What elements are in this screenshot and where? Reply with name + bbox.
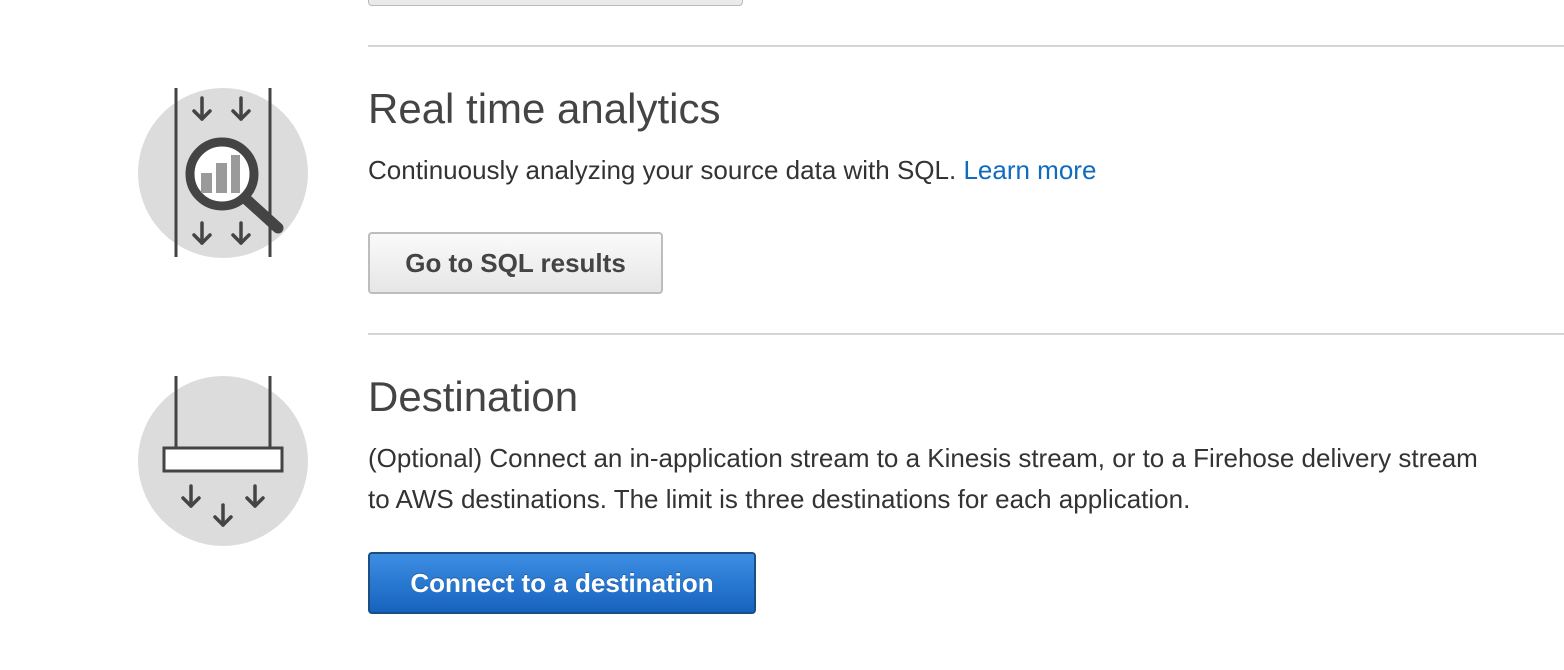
go-to-sql-results-button[interactable]: Go to SQL results	[368, 232, 663, 294]
destination-description-line-2: to AWS destinations. The limit is three …	[368, 484, 1191, 514]
analytics-magnifier-icon	[138, 88, 308, 258]
learn-more-link[interactable]: Learn more	[963, 155, 1096, 185]
destination-description-line-1: (Optional) Connect an in-application str…	[368, 443, 1478, 473]
analytics-description-text: Continuously analyzing your source data …	[368, 155, 957, 185]
destination-title: Destination	[368, 373, 579, 420]
destination-icon	[138, 376, 308, 546]
kinesis-analytics-app-page: Real time analytics Continuously analyzi…	[0, 0, 1564, 670]
analytics-description: Continuously analyzing your source data …	[368, 150, 1096, 191]
connect-to-destination-button[interactable]: Connect to a destination	[368, 552, 756, 614]
previous-section-button[interactable]	[368, 0, 743, 6]
analytics-title: Real time analytics	[368, 85, 721, 132]
section-divider	[368, 333, 1564, 335]
section-divider	[368, 45, 1564, 47]
